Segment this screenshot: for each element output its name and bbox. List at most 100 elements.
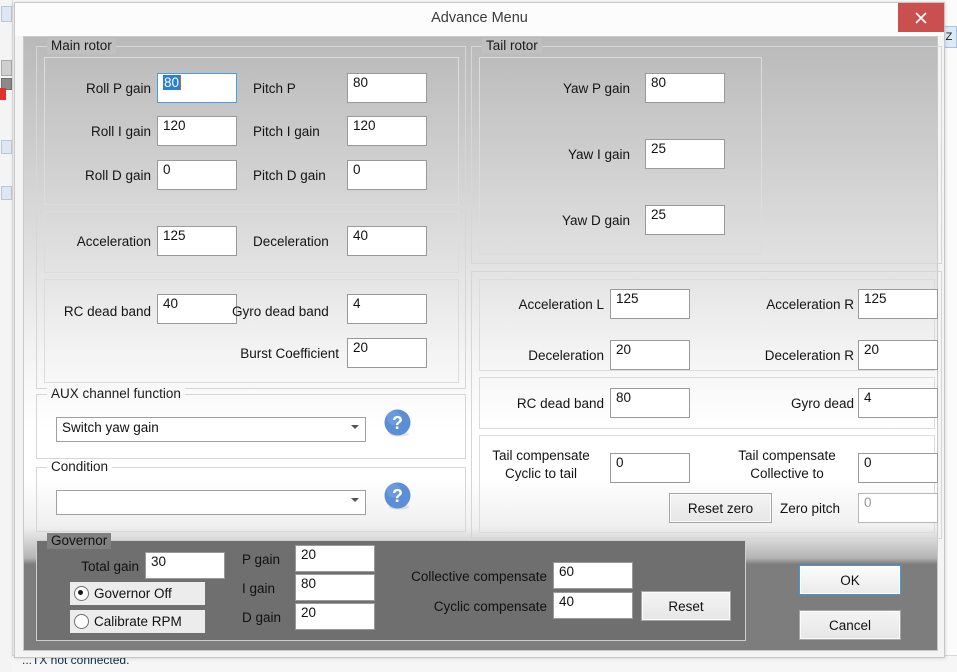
group-governor-legend: Governor xyxy=(47,533,112,549)
label-rc-dead-band: RC dead band xyxy=(63,304,151,319)
input-rc-dead-band[interactable]: 40 xyxy=(157,294,237,324)
input-d-gain[interactable]: 20 xyxy=(295,603,375,630)
input-acceleration-r[interactable]: 125 xyxy=(858,289,938,319)
label-gyro-dead: Gyro dead xyxy=(790,396,854,411)
radio-dot-icon xyxy=(74,614,89,629)
background-chip-4 xyxy=(1,140,12,154)
panel-main-acceleration: Acceleration 125 Deceleration 40 xyxy=(44,211,459,273)
input-burst-coefficient[interactable]: 20 xyxy=(347,338,427,368)
label-p-gain: P gain xyxy=(242,552,281,567)
label-acceleration: Acceleration xyxy=(76,234,151,249)
input-deceleration-r[interactable]: 20 xyxy=(858,340,938,370)
input-roll-p-gain[interactable]: 80 xyxy=(157,73,237,103)
advance-menu-dialog: Advance Menu Main rotor Roll P gain 80 P… xyxy=(14,2,945,658)
input-yaw-d-gain[interactable]: 25 xyxy=(645,205,725,235)
group-tail-rotor-legend: Tail rotor xyxy=(482,38,542,54)
label-cyclic-to-tail-line1: Tail compensate xyxy=(492,448,590,463)
label-i-gain: I gain xyxy=(242,581,276,596)
input-yaw-i-gain[interactable]: 25 xyxy=(645,139,725,169)
input-roll-i-gain[interactable]: 120 xyxy=(157,116,237,146)
background-red-indicator xyxy=(0,88,6,100)
input-pitch-i-gain[interactable]: 120 xyxy=(347,116,427,146)
label-cyclic-to-tail-line2: Cyclic to tail xyxy=(504,466,577,481)
input-zero-pitch[interactable]: 0 xyxy=(858,493,938,523)
dialog-title: Advance Menu xyxy=(431,10,528,26)
svg-text:?: ? xyxy=(392,486,403,506)
help-question-icon-aux[interactable]: ? xyxy=(382,407,414,439)
input-acceleration[interactable]: 125 xyxy=(157,226,237,256)
cancel-button[interactable]: Cancel xyxy=(799,610,901,640)
label-yaw-d-gain: Yaw D gain xyxy=(561,213,630,228)
input-gyro-dead[interactable]: 4 xyxy=(858,388,938,418)
svg-text:?: ? xyxy=(392,413,403,433)
ok-button[interactable]: OK xyxy=(799,565,901,595)
group-main-rotor: Main rotor Roll P gain 80 Pitch P 80 Rol… xyxy=(36,38,466,389)
group-aux-channel-function: AUX channel function Switch yaw gain ? xyxy=(36,386,466,459)
input-yaw-p-gain[interactable]: 80 xyxy=(645,73,725,103)
radio-calibrate-rpm[interactable]: Calibrate RPM xyxy=(70,610,205,633)
help-question-glyph: ? xyxy=(384,409,411,437)
input-roll-d-gain[interactable]: 0 xyxy=(157,160,237,190)
label-tail-deceleration: Deceleration xyxy=(528,348,604,363)
label-acceleration-l: Acceleration L xyxy=(518,297,604,312)
background-chip-1 xyxy=(1,6,12,22)
input-gyro-dead-band[interactable]: 4 xyxy=(347,294,427,324)
label-collective-to-line2: Collective to xyxy=(750,466,824,481)
background-left-sidebar xyxy=(0,0,13,672)
input-roll-p-gain-value: 80 xyxy=(163,75,181,90)
group-condition: Condition ? xyxy=(36,459,466,532)
close-icon[interactable] xyxy=(898,3,944,32)
radio-governor-off[interactable]: Governor Off xyxy=(70,582,205,605)
label-total-gain: Total gain xyxy=(81,559,139,574)
close-glyph xyxy=(915,12,927,24)
label-tail-rc-dead-band: RC dead band xyxy=(516,396,604,411)
input-total-gain[interactable]: 30 xyxy=(145,552,225,579)
text-caret xyxy=(180,75,182,90)
reset-zero-button[interactable]: Reset zero xyxy=(669,493,772,523)
input-collective-to[interactable]: 0 xyxy=(858,453,938,483)
input-cyclic-compensate[interactable]: 40 xyxy=(553,592,633,619)
input-deceleration[interactable]: 40 xyxy=(347,226,427,256)
input-cyclic-to-tail[interactable]: 0 xyxy=(610,453,690,483)
input-collective-compensate[interactable]: 60 xyxy=(553,562,633,589)
input-acceleration-l[interactable]: 125 xyxy=(610,289,690,319)
label-collective-to: Tail compensate Collective to xyxy=(720,447,854,483)
panel-tail-acceleration: Acceleration L 125 Acceleration R 125 De… xyxy=(479,279,938,371)
label-deceleration-r: Deceleration R xyxy=(764,348,854,363)
panel-main-deadband: RC dead band 40 Gyro dead band 4 Burst C… xyxy=(44,279,459,383)
help-question-glyph: ? xyxy=(384,482,411,510)
select-condition[interactable] xyxy=(56,490,366,515)
dialog-title-bar: Advance Menu xyxy=(15,3,944,36)
select-aux-channel-function[interactable]: Switch yaw gain xyxy=(56,417,366,442)
panel-main-pid: Roll P gain 80 Pitch P 80 Roll I gain 12… xyxy=(44,57,459,205)
group-governor: Governor Total gain 30 Governor Off Cali… xyxy=(36,533,746,641)
label-burst-coefficient: Burst Coefficient xyxy=(240,346,339,361)
group-tail-rotor-lower: Acceleration L 125 Acceleration R 125 De… xyxy=(471,271,942,539)
chevron-down-icon xyxy=(351,498,359,502)
label-cyclic-to-tail: Tail compensate Cyclic to tail xyxy=(478,447,604,483)
background-chip-5 xyxy=(1,186,12,200)
select-aux-channel-value: Switch yaw gain xyxy=(62,420,159,435)
input-tail-rc-dead-band[interactable]: 80 xyxy=(610,388,690,418)
label-roll-i-gain: Roll I gain xyxy=(90,124,151,139)
radio-dot-icon xyxy=(74,586,89,601)
label-yaw-i-gain: Yaw I gain xyxy=(567,147,630,162)
background-chip-2 xyxy=(1,60,12,76)
panel-tail-compensate: Tail compensate Cyclic to tail 0 Tail co… xyxy=(478,435,938,533)
help-question-icon-condition[interactable]: ? xyxy=(382,480,414,512)
panel-tail-pid: Yaw P gain 80 Yaw I gain 25 Yaw D gain 2… xyxy=(479,57,762,254)
panel-tail-deadband: RC dead band 80 Gyro dead 4 xyxy=(479,377,938,429)
chevron-down-icon xyxy=(351,425,359,429)
label-d-gain: D gain xyxy=(242,610,282,625)
input-i-gain[interactable]: 80 xyxy=(295,574,375,601)
label-zero-pitch: Zero pitch xyxy=(780,501,841,516)
input-p-gain[interactable]: 20 xyxy=(295,545,375,572)
label-collective-to-line1: Tail compensate xyxy=(738,448,836,463)
reset-button[interactable]: Reset xyxy=(641,591,731,621)
label-gyro-dead-band: Gyro dead band xyxy=(232,304,329,319)
label-roll-d-gain: Roll D gain xyxy=(84,168,151,183)
input-pitch-d-gain[interactable]: 0 xyxy=(347,160,427,190)
group-aux-legend: AUX channel function xyxy=(47,386,185,402)
input-tail-deceleration[interactable]: 20 xyxy=(610,340,690,370)
input-pitch-p[interactable]: 80 xyxy=(347,73,427,103)
